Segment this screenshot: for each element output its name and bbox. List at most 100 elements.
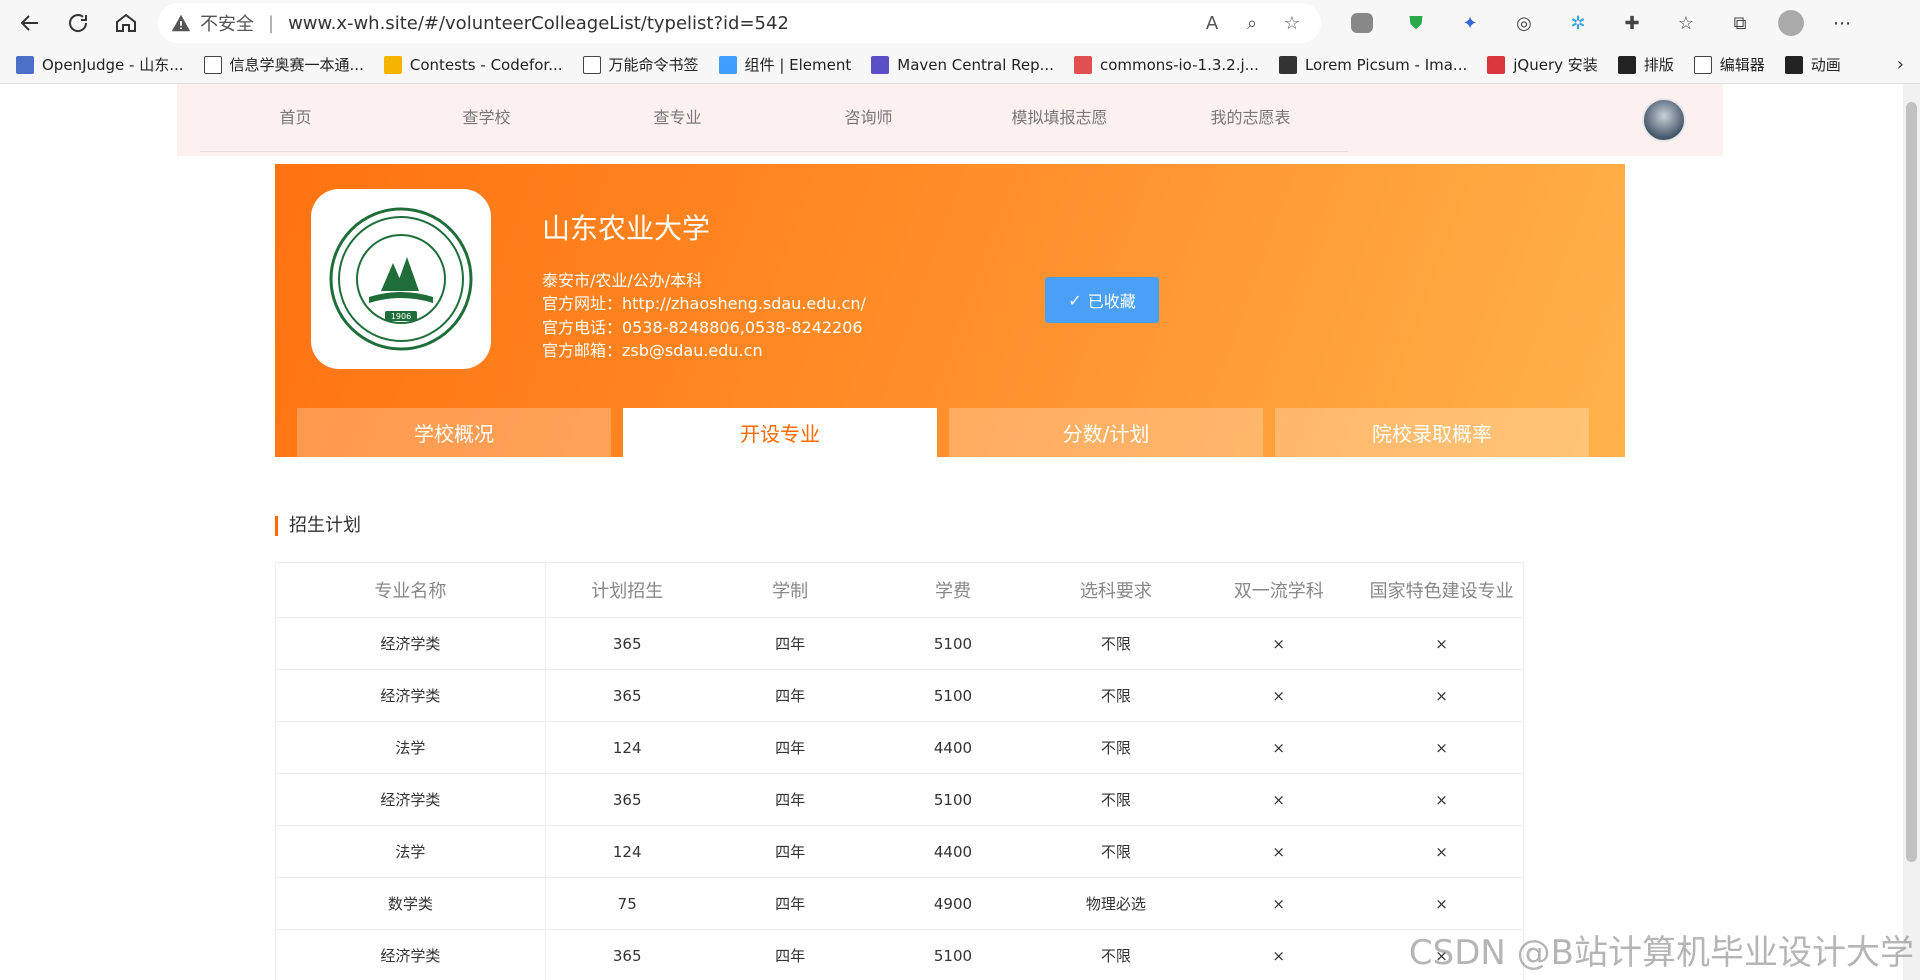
insecure-label: 不安全 xyxy=(200,14,254,35)
read-aloud-icon[interactable]: A xyxy=(1195,13,1229,34)
nav-item[interactable]: 查学校 xyxy=(391,84,582,151)
bookmark-item[interactable]: Lorem Picsum - Ima... xyxy=(1278,55,1468,74)
school-tabs: 学校概况 开设专业 分数/计划 院校录取概率 xyxy=(297,408,1601,457)
add-favorite-icon[interactable]: ☆ xyxy=(1275,13,1309,34)
warning-icon xyxy=(171,14,191,32)
table-cell: 经济学类 xyxy=(276,618,546,669)
tab-item[interactable]: 分数/计划 xyxy=(949,408,1263,457)
table-row: 法学 124 四年 4400 不限 × × xyxy=(276,826,1523,878)
bookmark-item[interactable]: 排版 xyxy=(1617,54,1674,75)
table-header-cell: 选科要求 xyxy=(1079,581,1152,602)
nav-item[interactable]: 我的志愿表 xyxy=(1155,84,1346,151)
bookmark-item[interactable]: OpenJudge - 山东... xyxy=(16,54,184,75)
enrollment-plan-table: 专业名称 计划招生 学制 学费 选科要求 双一流学科 国家特色建设专业 经济学类 365 四年 51… xyxy=(275,562,1524,980)
browser-toolbar: 不安全 | www.x-wh.site/#/volunteerColleageL… xyxy=(0,0,1920,46)
nav-item[interactable]: 模拟填报志愿 xyxy=(964,84,1155,151)
table-cell: 不限 xyxy=(1100,739,1131,757)
table-cell: 124 xyxy=(612,842,642,861)
bookmark-item[interactable]: 编辑器 xyxy=(1693,54,1765,75)
bookmark-label: 排版 xyxy=(1643,56,1674,74)
refresh-button[interactable] xyxy=(58,3,98,43)
address-separator: | xyxy=(268,12,275,34)
table-header-cell: 计划招生 xyxy=(591,581,664,602)
bookmark-icon xyxy=(1487,55,1506,74)
school-website[interactable]: 官方网址：http://zhaosheng.sdau.edu.cn/ xyxy=(542,290,866,314)
profile-icon[interactable] xyxy=(1778,10,1804,36)
bookmark-label: 组件 | Element xyxy=(744,56,852,74)
table-cell: 不限 xyxy=(1100,635,1131,653)
favorites-icon[interactable]: ☆ xyxy=(1670,7,1702,39)
bookmark-icon xyxy=(1278,55,1297,74)
table-cell: 物理必选 xyxy=(1085,895,1146,913)
address-bar[interactable]: 不安全 | www.x-wh.site/#/volunteerColleageL… xyxy=(158,3,1321,43)
bookmark-label: Contests - Codefor... xyxy=(409,55,563,74)
extension-icon[interactable] xyxy=(1351,13,1373,33)
nav-item[interactable]: 查专业 xyxy=(582,84,773,151)
bookmark-label: commons-io-1.3.2.j... xyxy=(1099,55,1259,74)
extension-icon[interactable]: ✲ xyxy=(1562,7,1594,39)
extension-icon[interactable]: ◎ xyxy=(1508,7,1540,39)
avatar[interactable] xyxy=(1642,98,1686,142)
table-row: 经济学类 365 四年 5100 不限 × × xyxy=(276,930,1523,980)
nav-item[interactable]: 咨询师 xyxy=(773,84,964,151)
chevron-right-icon[interactable]: › xyxy=(1897,54,1904,75)
bookmark-item[interactable]: jQuery 安装 xyxy=(1487,54,1598,75)
table-header-cell: 专业名称 xyxy=(276,563,546,617)
table-header-cell: 国家特色建设专业 xyxy=(1369,581,1514,602)
tab-item[interactable]: 院校录取概率 xyxy=(1275,408,1589,457)
table-cell: × xyxy=(1272,946,1285,965)
table-cell: 法学 xyxy=(276,722,546,773)
school-logo: 1906 xyxy=(311,189,491,369)
table-row: 数学类 75 四年 4900 物理必选 × × xyxy=(276,878,1523,930)
collections-icon[interactable]: ⧉ xyxy=(1724,7,1756,39)
table-cell: 不限 xyxy=(1100,687,1131,705)
table-cell: × xyxy=(1435,738,1448,757)
bookmark-icon xyxy=(1784,55,1803,74)
scrollbar-thumb[interactable] xyxy=(1906,102,1917,862)
bookmark-item[interactable]: commons-io-1.3.2.j... xyxy=(1073,55,1259,74)
school-tags: 泰安市/农业/公办/本科 xyxy=(542,271,703,290)
table-header-cell: 学费 xyxy=(934,581,971,602)
table-row: 经济学类 365 四年 5100 不限 × × xyxy=(276,774,1523,826)
bookmark-label: Maven Central Rep... xyxy=(897,55,1054,74)
more-icon[interactable]: ⋯ xyxy=(1826,7,1858,39)
shield-icon[interactable]: ⛊ xyxy=(1400,7,1432,39)
bookmark-label: 信息学奥赛一本通... xyxy=(229,56,364,74)
school-banner: 1906 山东农业大学 泰安市/农业/公办/本科 官方网址：http://zha… xyxy=(275,164,1625,457)
bookmark-icon xyxy=(383,55,402,74)
top-navigation: 首页 查学校 查专业 咨询师 模拟填报志愿 我的志愿表 xyxy=(177,84,1723,156)
bookmark-label: Lorem Picsum - Ima... xyxy=(1304,55,1468,74)
collect-button[interactable]: ✓ 已收藏 xyxy=(1045,277,1159,323)
puzzle-icon[interactable]: ✚ xyxy=(1616,7,1648,39)
bookmark-icon xyxy=(16,55,34,74)
extension-icon[interactable]: ✦ xyxy=(1454,7,1486,39)
home-button[interactable] xyxy=(106,3,146,43)
tab-item[interactable]: 开设专业 xyxy=(623,408,937,457)
bookmark-item[interactable]: 万能命令书签 xyxy=(582,54,699,75)
table-cell: 365 xyxy=(612,946,642,965)
table-row: 法学 124 四年 4400 不限 × × xyxy=(276,722,1523,774)
scrollbar[interactable] xyxy=(1903,84,1920,980)
table-cell: 四年 xyxy=(775,635,806,653)
bookmark-icon xyxy=(718,55,737,74)
school-email: 官方邮箱：zsb@sdau.edu.cn xyxy=(542,341,763,360)
url-text[interactable]: www.x-wh.site/#/volunteerColleageList/ty… xyxy=(288,13,1189,34)
zoom-icon[interactable]: ⌕ xyxy=(1235,13,1269,34)
bookmark-item[interactable]: Contests - Codefor... xyxy=(383,55,563,74)
bookmark-item[interactable]: Maven Central Rep... xyxy=(871,55,1054,74)
nav-item[interactable]: 首页 xyxy=(200,84,391,151)
table-cell: × xyxy=(1272,790,1285,809)
table-cell: 5100 xyxy=(933,946,973,965)
table-cell: × xyxy=(1272,894,1285,913)
table-cell: 四年 xyxy=(775,947,806,965)
table-cell: 经济学类 xyxy=(276,774,546,825)
bookmark-item[interactable]: 信息学奥赛一本通... xyxy=(203,54,364,75)
table-cell: × xyxy=(1272,842,1285,861)
table-cell: 不限 xyxy=(1100,791,1131,809)
bookmark-item[interactable]: 组件 | Element xyxy=(718,54,852,75)
back-button[interactable] xyxy=(10,3,50,43)
tab-item[interactable]: 学校概况 xyxy=(297,408,611,457)
refresh-icon xyxy=(69,14,88,32)
table-header-cell: 双一流学科 xyxy=(1233,581,1324,602)
bookmark-item[interactable]: 动画 xyxy=(1784,54,1841,75)
